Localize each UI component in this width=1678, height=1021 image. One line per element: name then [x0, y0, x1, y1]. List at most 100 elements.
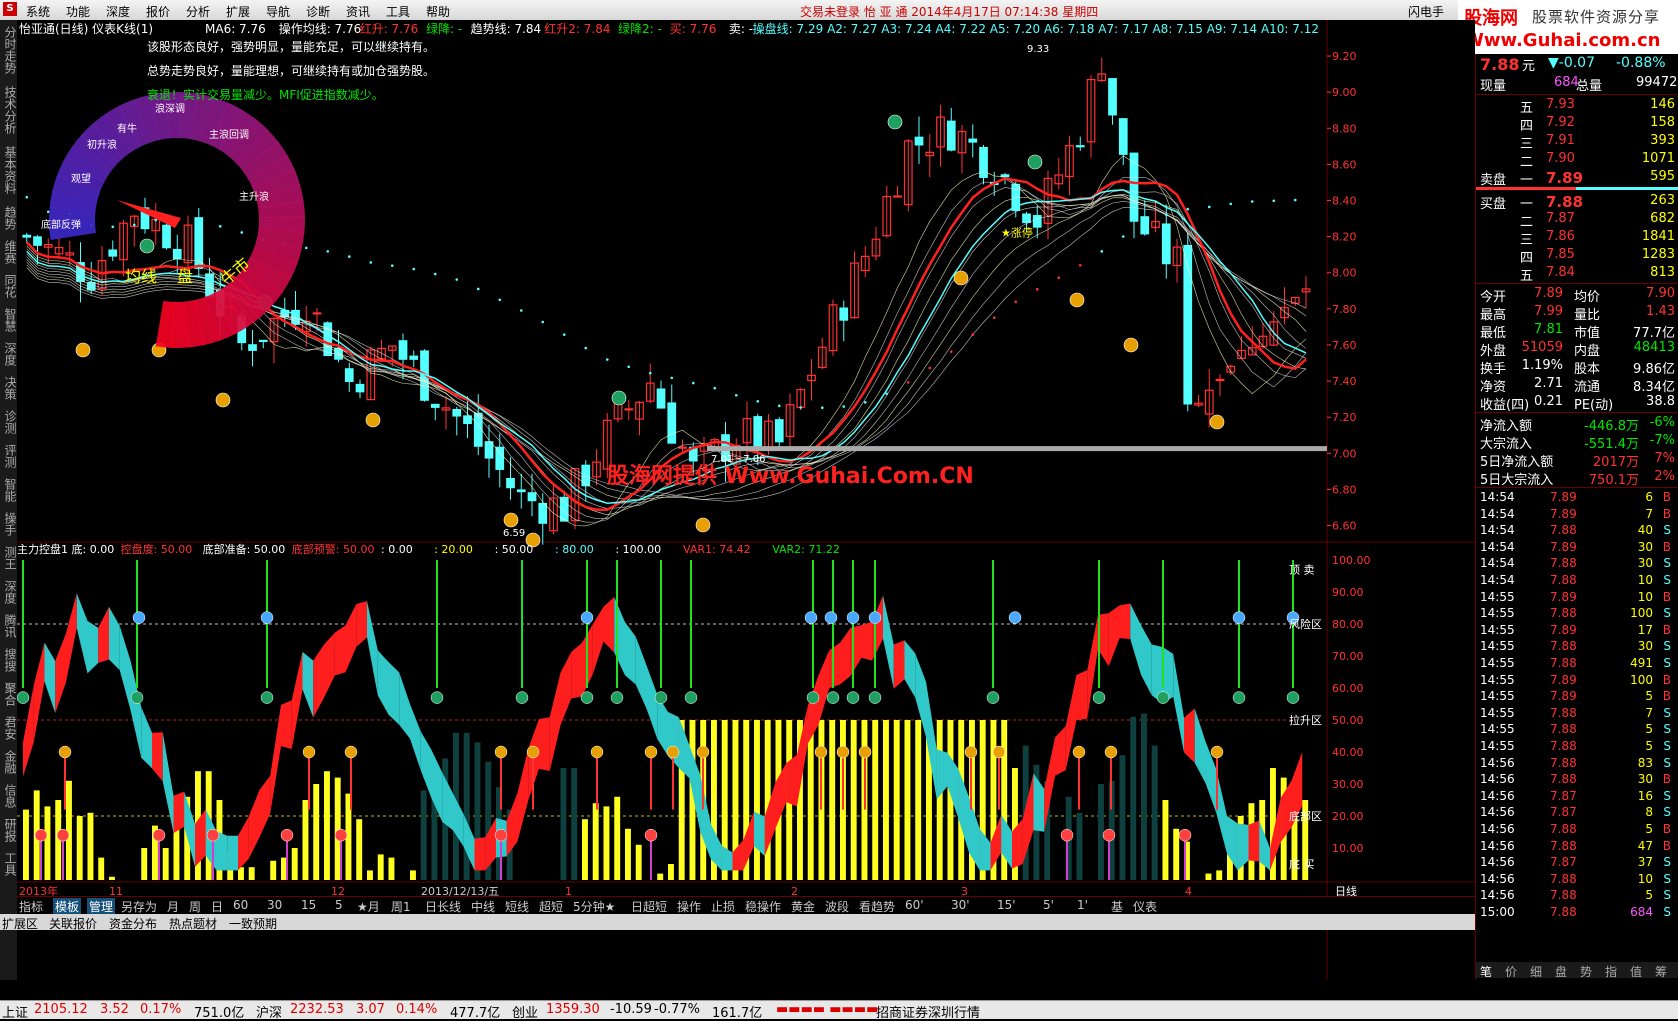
left-tab-15[interactable]: 腾讯 [1, 614, 17, 638]
left-tab-20[interactable]: 信息 [1, 784, 17, 808]
left-tab-21[interactable]: 研报 [1, 818, 17, 842]
bottom-tab-1[interactable]: 关联报价 [49, 915, 97, 932]
menu-tools[interactable]: 工具 [386, 3, 410, 20]
toolbar-btn-31[interactable]: 仪表 [1133, 898, 1157, 915]
left-tab-16[interactable]: 搜搜 [1, 648, 17, 672]
menu-news[interactable]: 资讯 [346, 3, 370, 20]
menu-function[interactable]: 功能 [66, 3, 90, 20]
toolbar-btn-23[interactable]: 波段 [825, 898, 849, 915]
tick-time: 14:55 [1480, 656, 1515, 670]
toolbar-btn-17[interactable]: 5分钟★ [573, 898, 615, 915]
quote-tab-4[interactable]: 势 [1580, 963, 1592, 980]
bottom-tab-4[interactable]: 一致预期 [229, 915, 277, 932]
toolbar-btn-7[interactable]: 60 [233, 898, 248, 912]
left-tab-0[interactable]: 分时走势 [1, 26, 17, 74]
left-tab-22[interactable]: 工具 [1, 852, 17, 876]
quote-tab-5[interactable]: 指 [1605, 963, 1617, 980]
toolbar-btn-20[interactable]: 止损 [711, 898, 735, 915]
toolbar-btn-25[interactable]: 60' [905, 898, 924, 912]
left-tab-5[interactable]: 同花 [1, 274, 17, 298]
toolbar-btn-8[interactable]: 30 [267, 898, 282, 912]
menu-depth[interactable]: 深度 [106, 3, 130, 20]
toolbar-btn-9[interactable]: 15 [301, 898, 316, 912]
toolbar-btn-19[interactable]: 操作 [677, 898, 701, 915]
left-tab-11[interactable]: 智能 [1, 478, 17, 502]
left-tab-17[interactable]: 聚合 [1, 682, 17, 706]
left-tab-6[interactable]: 智慧 [1, 308, 17, 332]
quote-tab-3[interactable]: 盘 [1555, 963, 1567, 980]
dotted-ma-point [154, 218, 158, 222]
stat-row: 最高 7.99 量比 1.43 [1476, 303, 1678, 323]
toolbar-btn-13[interactable]: 日长线 [425, 898, 461, 915]
chart-area[interactable]: 9.20 9.00 8.80 8.60 8.40 8.20 8.00 7.80 7.60 7.40… [17, 20, 1475, 980]
quote-tab-1[interactable]: 价 [1505, 963, 1517, 980]
menu-help[interactable]: 帮助 [426, 3, 450, 20]
menu-diagnose[interactable]: 诊断 [306, 3, 330, 20]
toolbar-btn-0[interactable]: 指标 [19, 898, 43, 915]
menu-quote[interactable]: 报价 [146, 3, 170, 20]
control-wave-segment [861, 621, 873, 661]
toolbar-btn-6[interactable]: 日 [211, 898, 223, 915]
toolbar-btn-26[interactable]: 30' [951, 898, 970, 912]
volume-bar [571, 768, 578, 880]
left-tab-18[interactable]: 君安 [1, 716, 17, 740]
toolbar-btn-16[interactable]: 超短 [539, 898, 563, 915]
dotted-ma-point [713, 386, 717, 390]
toolbar-btn-27[interactable]: 15' [997, 898, 1016, 912]
left-tab-13[interactable]: 测王 [1, 546, 17, 570]
bottom-tab-2[interactable]: 资金分布 [109, 915, 157, 932]
quote-tab-6[interactable]: 值 [1630, 963, 1642, 980]
control-wave-segment [474, 837, 486, 871]
dotted-ma-point [46, 210, 50, 214]
left-tab-2[interactable]: 基本资料 [1, 146, 17, 194]
volume-bar [313, 784, 320, 880]
left-tab-7[interactable]: 深度 [1, 342, 17, 366]
toolbar-btn-1[interactable]: 模板 [53, 898, 82, 915]
quote-tab-7[interactable]: 筹 [1655, 963, 1667, 980]
left-tab-8[interactable]: 决策 [1, 376, 17, 400]
candle-body [1129, 152, 1139, 222]
quote-tab-2[interactable]: 细 [1530, 963, 1542, 980]
left-tab-14[interactable]: 深度 [1, 580, 17, 604]
menu-navigate[interactable]: 导航 [266, 3, 290, 20]
price-tick: 9.20 [1332, 50, 1357, 63]
analysis-comment: 该股形态良好，强势明显，量能充足，可以继续持有。 [147, 39, 435, 54]
left-tab-19[interactable]: 金融 [1, 750, 17, 774]
toolbar-btn-12[interactable]: 周1 [391, 898, 411, 915]
left-tab-10[interactable]: 评测 [1, 444, 17, 468]
left-tab-4[interactable]: 维赛 [1, 240, 17, 264]
candle-body [162, 224, 171, 249]
quote-tab-0[interactable]: 笔 [1480, 963, 1492, 980]
bottom-tab-3[interactable]: 热点题材 [169, 915, 217, 932]
left-tab-12[interactable]: 操手 [1, 512, 17, 536]
toolbar-btn-30[interactable]: 基 [1111, 898, 1123, 915]
toolbar-btn-18[interactable]: 日超短 [631, 898, 667, 915]
toolbar-btn-2[interactable]: 管理 [87, 898, 116, 915]
toolbar-btn-4[interactable]: 月 [167, 898, 179, 915]
toolbar-btn-24[interactable]: 看趋势 [859, 898, 895, 915]
tick-price: 7.88 [1550, 556, 1577, 571]
toolbar-btn-10[interactable]: 5 [335, 898, 343, 912]
toolbar-btn-22[interactable]: 黄金 [791, 898, 815, 915]
menu-analysis[interactable]: 分析 [186, 3, 210, 20]
toolbar-btn-14[interactable]: 中线 [471, 898, 495, 915]
tick-row: 14:54 7.89 30 B [1476, 539, 1678, 555]
toolbar-btn-15[interactable]: 短线 [505, 898, 529, 915]
toolbar-btn-3[interactable]: 另存为 [121, 898, 157, 915]
left-tab-3[interactable]: 趋势 [1, 206, 17, 230]
menu-flash-order[interactable]: 闪电手 [1408, 3, 1444, 20]
menu-extend[interactable]: 扩展 [226, 3, 250, 20]
toolbar-btn-28[interactable]: 5' [1043, 898, 1054, 912]
tick-time: 14:55 [1480, 672, 1515, 687]
bid-vol: 682 [1650, 211, 1675, 226]
bottom-tab-0[interactable]: 扩展区 [2, 915, 38, 932]
tick-side: B [1662, 506, 1671, 521]
left-tab-9[interactable]: 诊测 [1, 410, 17, 434]
left-tab-1[interactable]: 技术分析 [1, 86, 17, 134]
menu-system[interactable]: 系统 [26, 3, 50, 20]
toolbar-btn-29[interactable]: 1' [1077, 898, 1088, 912]
tick-time: 14:54 [1480, 556, 1515, 571]
toolbar-btn-11[interactable]: ★月 [357, 898, 380, 915]
toolbar-btn-21[interactable]: 稳操作 [745, 898, 781, 915]
toolbar-btn-5[interactable]: 周 [189, 898, 201, 915]
